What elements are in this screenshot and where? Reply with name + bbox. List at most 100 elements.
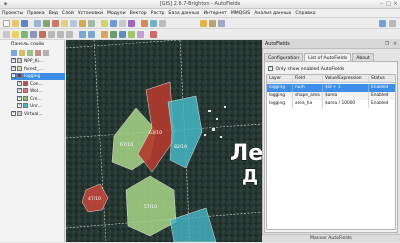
settlement-label-line2: Д — [242, 166, 258, 187]
measure-icon[interactable] — [119, 20, 126, 27]
menu-item[interactable]: Растр — [151, 11, 165, 16]
layer-item[interactable]: forest_... — [11, 65, 65, 73]
maximize-icon[interactable]: □ — [385, 1, 392, 7]
add-raster-layer-icon[interactable] — [110, 31, 117, 38]
menu-item[interactable]: Правка — [27, 11, 44, 16]
add-vector-layer-icon[interactable] — [101, 31, 108, 38]
digitize-icon[interactable] — [3, 31, 10, 38]
menu-item[interactable]: Анализ данных — [254, 11, 291, 16]
layer-name: forest_... — [24, 66, 44, 72]
menu-item[interactable]: MMQGIS — [231, 11, 250, 16]
layer-symbol-icon — [17, 110, 22, 116]
toggle-editing-icon[interactable] — [12, 31, 19, 38]
table-row[interactable]: logging shape_area $area Enabled — [267, 92, 395, 100]
pan-icon[interactable] — [34, 20, 41, 27]
show-enabled-row: Only show enabled AutoFields — [268, 65, 344, 73]
float-icon[interactable]: ❐ — [384, 41, 390, 47]
layer-item[interactable]: Unr... — [17, 103, 71, 110]
layer-visibility-checkbox[interactable] — [11, 73, 16, 79]
statistics-icon[interactable] — [159, 20, 166, 27]
layer-symbol-icon — [17, 73, 22, 78]
layer-visibility-checkbox[interactable] — [17, 88, 22, 94]
layer-visibility-checkbox[interactable] — [17, 103, 22, 109]
table-row[interactable]: logging num $id + 1 Enabled — [267, 84, 395, 92]
menu-item[interactable]: База данных — [168, 11, 199, 16]
move-feature-icon[interactable] — [30, 31, 37, 38]
paste-icon[interactable] — [66, 31, 73, 38]
layer-item[interactable]: Con... — [17, 80, 71, 88]
plugin-icon[interactable] — [389, 20, 396, 27]
layer-visibility-checkbox[interactable] — [11, 110, 16, 117]
field-calculator-icon[interactable] — [150, 20, 157, 27]
save-project-icon[interactable] — [21, 20, 28, 27]
menu-item[interactable]: Справка — [295, 11, 315, 16]
layer-visibility-checkbox[interactable] — [17, 80, 22, 87]
layer-symbol-icon — [23, 88, 28, 93]
layer-item[interactable]: Virtual... — [11, 110, 65, 118]
menu-item[interactable]: Проекты — [2, 11, 23, 16]
cut-icon[interactable] — [48, 31, 55, 38]
dock-close-icon[interactable]: × — [392, 41, 398, 47]
layer-visibility-checkbox[interactable] — [11, 65, 16, 72]
minimize-icon[interactable]: – — [378, 1, 385, 7]
column-header-layer[interactable]: Layer — [267, 75, 293, 83]
zoom-full-icon[interactable] — [61, 20, 68, 27]
show-enabled-checkbox[interactable] — [268, 65, 273, 71]
layer-item[interactable]: Wol... — [17, 88, 71, 95]
autofields-dock-header: AutoFields ❐ × — [262, 40, 400, 49]
help-icon[interactable] — [379, 20, 386, 27]
column-header-value[interactable]: Value/Expression — [323, 75, 369, 83]
add-wms-icon[interactable] — [137, 31, 144, 38]
map-render[interactable]: 67/10 63/10 82/10 57/10 47/10 Ле Д — [66, 40, 262, 242]
label-icon[interactable] — [200, 20, 207, 27]
new-project-icon[interactable] — [3, 20, 10, 27]
filter-legend-icon[interactable] — [27, 50, 33, 56]
column-header-field[interactable]: Field — [293, 75, 323, 83]
add-postgis-icon[interactable] — [119, 31, 126, 38]
menu-item[interactable]: Слой — [62, 11, 74, 16]
copy-icon[interactable] — [57, 31, 64, 38]
layer-symbol-icon — [23, 103, 28, 108]
zoom-selection-icon[interactable] — [79, 20, 86, 27]
menu-item[interactable]: Установки — [78, 11, 103, 16]
zoom-out-icon[interactable] — [52, 20, 59, 27]
open-project-icon[interactable] — [12, 20, 19, 27]
layer-item[interactable]: logging — [11, 73, 65, 80]
annotation-icon[interactable] — [128, 20, 135, 27]
map-canvas[interactable]: 67/10 63/10 82/10 57/10 47/10 Ле Д — [66, 40, 262, 242]
redo-icon[interactable] — [88, 31, 95, 38]
layer-visibility-checkbox[interactable] — [11, 58, 16, 64]
layer-item[interactable]: NPP_Ki... — [11, 58, 65, 65]
delete-feature-icon[interactable] — [39, 31, 46, 38]
column-header-status[interactable]: Status — [369, 75, 395, 83]
table-row[interactable]: logging area_ha $area / 10000 Enabled — [267, 100, 395, 108]
label-rotate-icon[interactable] — [218, 20, 225, 27]
new-shapefile-icon[interactable] — [150, 31, 157, 38]
expand-all-icon[interactable] — [35, 50, 41, 56]
layer-symbol-icon — [17, 58, 22, 63]
autofields-table: Layer Field Value/Expression Status logg… — [266, 74, 396, 230]
collapse-all-icon[interactable] — [43, 50, 49, 56]
menu-item[interactable]: Вид — [49, 11, 58, 16]
zoom-layer-icon[interactable] — [70, 20, 77, 27]
refresh-icon[interactable] — [88, 20, 95, 27]
zoom-in-icon[interactable] — [43, 20, 50, 27]
menu-item[interactable]: Модули — [107, 11, 126, 16]
undo-icon[interactable] — [79, 31, 86, 38]
layer-symbol-icon — [23, 95, 28, 101]
attribute-table-icon[interactable] — [141, 20, 148, 27]
label-pin-icon[interactable] — [209, 20, 216, 27]
layer-item[interactable]: Cre... — [17, 95, 71, 103]
identify-icon[interactable] — [110, 20, 117, 27]
layer-visibility-checkbox[interactable] — [17, 95, 22, 102]
menu-item[interactable]: Вектор — [130, 11, 147, 16]
cell-status: Enabled — [371, 101, 389, 106]
add-feature-icon[interactable] — [21, 31, 28, 38]
add-group-icon[interactable] — [11, 50, 17, 56]
manage-visibility-icon[interactable] — [19, 50, 25, 56]
select-icon[interactable] — [101, 20, 108, 27]
menu-item[interactable]: Интернет — [203, 11, 226, 16]
polygon-label: 67/10 — [120, 142, 133, 148]
close-icon[interactable]: × — [392, 1, 399, 7]
add-spatialite-icon[interactable] — [128, 31, 135, 38]
